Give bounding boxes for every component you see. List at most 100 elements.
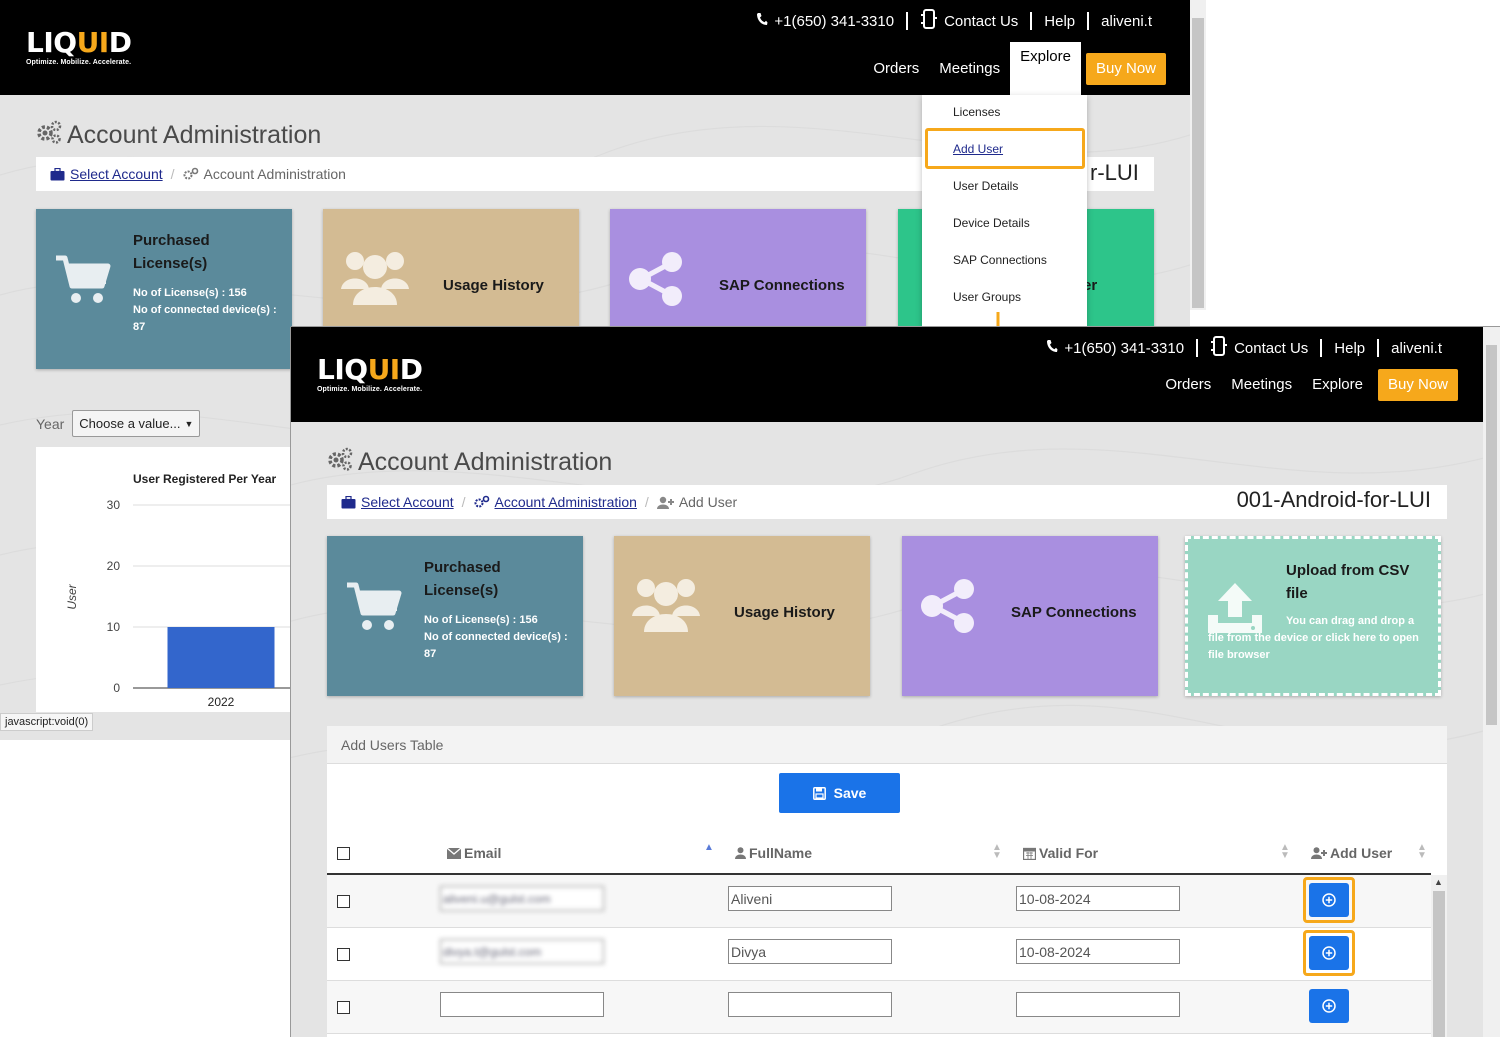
foreground-window: LIQUID Optimize. Mobilize. Accelerate. +… [291, 327, 1500, 1037]
year-filter: Year Choose a value... ▼ [36, 410, 201, 437]
fullname-input[interactable] [728, 886, 892, 911]
row-checkbox[interactable] [337, 895, 350, 908]
fullname-input[interactable] [728, 939, 892, 964]
sap-connections-tile[interactable]: SAP Connections [902, 536, 1158, 696]
menu-item-user-details[interactable]: User Details [953, 179, 1018, 193]
liquid-logo[interactable]: LIQUID Optimize. Mobilize. Accelerate. [317, 353, 423, 394]
add-user-row-button[interactable] [1309, 989, 1349, 1023]
table-row [327, 928, 1431, 981]
table-row [327, 875, 1431, 928]
breadcrumb-select-account[interactable]: Select Account [70, 166, 163, 182]
valid-for-input[interactable] [1016, 886, 1180, 911]
column-label: Valid For [1039, 845, 1099, 861]
sort-ascending-icon[interactable]: ▲ [704, 843, 714, 853]
add-users-panel: Add Users Table Save Email ▲ FullName ▲ ▼… [327, 726, 1447, 1037]
main-menu: Orders Meetings Explore Buy Now [1155, 369, 1458, 401]
buy-now-button[interactable]: Buy Now [1085, 52, 1166, 85]
nav-meetings[interactable]: Meetings [929, 54, 1010, 84]
upload-description: You can drag and drop a file from the de… [1208, 615, 1419, 661]
status-bar-url: javascript:void(0) [0, 713, 94, 731]
table-scrollbar[interactable]: ▲ [1431, 875, 1447, 1037]
valid-for-input[interactable] [1016, 939, 1180, 964]
sort-icon[interactable]: ▲ ▼ [1417, 843, 1427, 861]
help-link[interactable]: Help [1044, 13, 1075, 30]
main-menu: Orders Meetings Explore Buy Now [863, 42, 1166, 95]
highlight-add-user [925, 128, 1085, 169]
upload-csv-tile[interactable]: Upload from CSV file You can drag and dr… [1185, 536, 1441, 696]
cart-icon [345, 581, 403, 638]
phone-number[interactable]: +1(650) 341-3310 [774, 13, 894, 30]
nav-meetings[interactable]: Meetings [1221, 370, 1302, 400]
column-header-add-user[interactable]: Add User [1311, 845, 1392, 861]
sort-icon[interactable]: ▲ ▼ [992, 843, 1002, 861]
page-title: Account Administration [36, 120, 321, 151]
divider [1196, 339, 1199, 357]
valid-for-input[interactable] [1016, 992, 1180, 1017]
scroll-up-icon[interactable]: ▲ [1434, 877, 1443, 887]
menu-item-device-details[interactable]: Device Details [953, 216, 1030, 230]
front-window-scrollbar[interactable] [1483, 327, 1500, 1037]
page-title-text: Account Administration [67, 121, 322, 149]
menu-item-licenses[interactable]: Licenses [953, 105, 1000, 119]
plus-circle-icon [1322, 893, 1336, 907]
back-window-scrollbar[interactable] [1190, 0, 1206, 310]
breadcrumb-account-administration[interactable]: Account Administration [495, 494, 637, 510]
explore-dropdown-menu: Licenses Add User User Details Device De… [922, 95, 1087, 327]
year-select[interactable]: Choose a value... ▼ [72, 410, 201, 437]
divider [906, 12, 909, 30]
purchased-licenses-tile[interactable]: Purchased License(s) No of License(s) : … [36, 209, 292, 369]
row-checkbox[interactable] [337, 948, 350, 961]
page-title: Account Administration [327, 447, 612, 478]
nav-explore[interactable]: Explore [1302, 370, 1373, 400]
email-input[interactable] [440, 886, 604, 911]
contact-us-link[interactable]: Contact Us [1234, 340, 1308, 357]
liquid-logo[interactable]: LIQUID Optimize. Mobilize. Accelerate. [26, 26, 132, 67]
breadcrumb-select-account[interactable]: Select Account [361, 494, 454, 510]
menu-item-add-user[interactable]: Add User [953, 142, 1003, 156]
usage-history-tile[interactable]: Usage History [614, 536, 870, 696]
email-input[interactable] [440, 939, 604, 964]
account-name-partial: r-LUI [1090, 160, 1139, 185]
users-group-icon [341, 245, 409, 312]
nav-orders[interactable]: Orders [863, 54, 929, 84]
select-all-checkbox[interactable] [337, 847, 350, 860]
column-header-valid-for[interactable]: Valid For [1023, 845, 1098, 861]
logo-text-accent: UI [367, 353, 401, 386]
menu-item-user-groups[interactable]: User Groups [953, 290, 1021, 304]
row-checkbox[interactable] [337, 1001, 350, 1014]
phone-number[interactable]: +1(650) 341-3310 [1064, 340, 1184, 357]
cart-icon [54, 254, 112, 311]
year-select-value: Choose a value... [79, 416, 181, 431]
sort-icon[interactable]: ▲ ▼ [1280, 843, 1290, 861]
divider [1087, 12, 1090, 30]
utility-links: +1(650) 341-3310 Contact Us Help aliveni… [756, 9, 1152, 33]
add-user-row-button[interactable] [1309, 883, 1349, 917]
contact-us-link[interactable]: Contact Us [944, 13, 1018, 30]
column-header-fullname[interactable]: FullName [735, 845, 812, 861]
fullname-input[interactable] [728, 992, 892, 1017]
y-tick-label: 20 [107, 559, 121, 573]
user-menu[interactable]: aliveni.t [1391, 340, 1442, 357]
y-axis-label: User [65, 583, 79, 609]
logo-text-end: D [399, 353, 423, 386]
menu-item-sap-connections[interactable]: SAP Connections [953, 253, 1047, 267]
gears-icon [183, 167, 199, 181]
column-header-email[interactable]: Email [447, 845, 501, 861]
device-count: No of connected device(s) : 87 [133, 304, 277, 333]
tile-title: Usage History [734, 604, 835, 621]
plus-circle-icon [1322, 946, 1336, 960]
nav-explore[interactable]: Explore [1010, 42, 1081, 95]
breadcrumb-separator: / [461, 494, 466, 510]
email-input[interactable] [440, 992, 604, 1017]
y-tick-label: 10 [107, 620, 121, 634]
add-user-row-button[interactable] [1309, 936, 1349, 970]
help-link[interactable]: Help [1334, 340, 1365, 357]
save-button[interactable]: Save [779, 773, 900, 813]
buy-now-button[interactable]: Buy Now [1377, 369, 1458, 401]
purchased-licenses-tile[interactable]: Purchased License(s) No of License(s) : … [327, 536, 583, 696]
nav-orders[interactable]: Orders [1155, 370, 1221, 400]
user-menu[interactable]: aliveni.t [1101, 13, 1152, 30]
utility-links: +1(650) 341-3310 Contact Us Help aliveni… [1046, 336, 1442, 360]
logo-text-accent: UI [76, 26, 110, 59]
phone-icon [1046, 339, 1058, 357]
